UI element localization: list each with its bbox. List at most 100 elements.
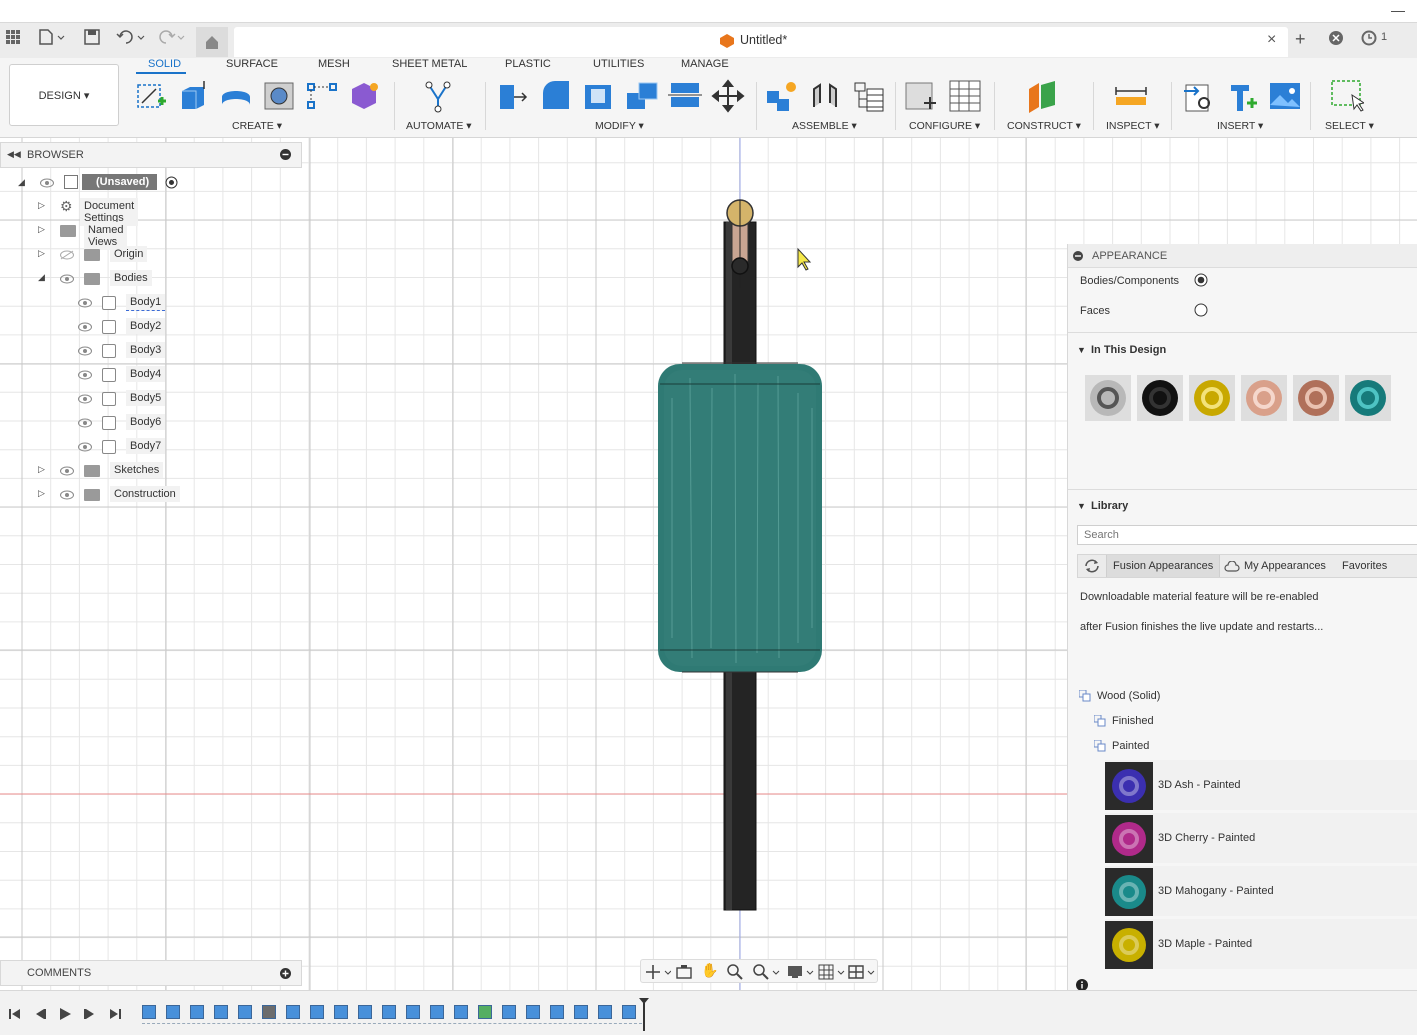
- extensions-icon[interactable]: [1328, 30, 1344, 49]
- display-settings-icon[interactable]: [787, 964, 815, 980]
- look-at-icon[interactable]: [676, 964, 692, 980]
- timeline-next-icon[interactable]: [83, 1007, 97, 1021]
- timeline-first-icon[interactable]: [8, 1007, 22, 1021]
- visibility-eye-icon[interactable]: [40, 178, 54, 188]
- tab-my-appearances[interactable]: My Appearances: [1244, 560, 1326, 572]
- move-copy-icon[interactable]: [711, 79, 745, 113]
- visibility-eye-icon[interactable]: [60, 466, 74, 476]
- visibility-eye-icon[interactable]: [78, 442, 92, 452]
- assembly-table-icon[interactable]: [851, 79, 885, 113]
- construct-plane-icon[interactable]: [1025, 79, 1059, 113]
- shell-icon[interactable]: [582, 79, 616, 113]
- timeline-feature-icon[interactable]: [502, 1005, 516, 1019]
- visibility-eye-icon[interactable]: [78, 298, 92, 308]
- group-inspect-label[interactable]: INSPECT ▾: [1106, 120, 1160, 132]
- timeline-feature-icon[interactable]: [406, 1005, 420, 1019]
- tree-painted[interactable]: Painted: [1112, 740, 1149, 752]
- expand-triangle-icon[interactable]: ▷: [38, 248, 45, 259]
- collapse-triangle-icon[interactable]: ◢: [38, 272, 45, 283]
- timeline-feature-icon[interactable]: [238, 1005, 252, 1019]
- timeline-feature-icon[interactable]: [310, 1005, 324, 1019]
- collapse-triangle-icon[interactable]: ◢: [18, 177, 25, 188]
- redo-icon[interactable]: [156, 29, 186, 48]
- pan-hand-icon[interactable]: ✋: [701, 962, 718, 979]
- library-item[interactable]: 3D Cherry - Painted: [1105, 813, 1417, 863]
- group-modify-label[interactable]: MODIFY ▾: [595, 120, 644, 132]
- visibility-eye-icon[interactable]: [60, 274, 74, 284]
- tree-wood-solid[interactable]: Wood (Solid): [1097, 690, 1160, 702]
- timeline-feature-icon[interactable]: [598, 1005, 612, 1019]
- timeline-feature-icon[interactable]: [550, 1005, 564, 1019]
- tab-favorites[interactable]: Favorites: [1342, 560, 1387, 572]
- insert-canvas-icon[interactable]: [1268, 79, 1302, 113]
- timeline-feature-icon[interactable]: [478, 1005, 492, 1019]
- select-icon[interactable]: [1330, 79, 1364, 113]
- browser-header[interactable]: ◀◀ BROWSER: [0, 142, 302, 168]
- tab-fusion-appearances[interactable]: Fusion Appearances: [1106, 555, 1221, 577]
- library-item[interactable]: 3D Ash - Painted: [1105, 760, 1417, 810]
- timeline-feature-icon[interactable]: [166, 1005, 180, 1019]
- zoom-window-icon[interactable]: [753, 964, 781, 980]
- home-icon[interactable]: [196, 27, 228, 57]
- appearance-swatch[interactable]: [1085, 375, 1131, 421]
- form-icon[interactable]: [348, 79, 382, 113]
- new-component-icon[interactable]: [765, 79, 799, 113]
- timeline-feature-icon[interactable]: [190, 1005, 204, 1019]
- press-pull-icon[interactable]: [496, 79, 530, 113]
- save-icon[interactable]: [84, 29, 100, 48]
- joint-icon[interactable]: [808, 79, 842, 113]
- new-tab-icon[interactable]: +: [1295, 29, 1306, 50]
- timeline-feature-icon[interactable]: [358, 1005, 372, 1019]
- visibility-eye-icon[interactable]: [78, 370, 92, 380]
- timeline-feature-icon[interactable]: [430, 1005, 444, 1019]
- timeline-feature-icon[interactable]: [142, 1005, 156, 1019]
- fillet-icon[interactable]: [539, 79, 573, 113]
- appearance-swatch[interactable]: [1293, 375, 1339, 421]
- tab-solid[interactable]: SOLID: [148, 58, 181, 70]
- automate-icon[interactable]: [421, 79, 455, 113]
- timeline-feature-icon[interactable]: [334, 1005, 348, 1019]
- group-insert-label[interactable]: INSERT ▾: [1217, 120, 1263, 132]
- visibility-eye-icon[interactable]: [78, 418, 92, 428]
- library-search-input[interactable]: [1077, 525, 1417, 545]
- apply-to-bodies-radio[interactable]: [1194, 273, 1208, 287]
- zoom-icon[interactable]: [727, 964, 743, 980]
- group-create-label[interactable]: CREATE ▾: [232, 120, 282, 132]
- insert-derive-icon[interactable]: [1182, 79, 1216, 113]
- timeline-prev-icon[interactable]: [33, 1007, 47, 1021]
- expand-triangle-icon[interactable]: ▷: [38, 224, 45, 235]
- configure-icon[interactable]: [904, 79, 938, 113]
- tab-mesh[interactable]: MESH: [318, 58, 350, 70]
- tab-utilities[interactable]: UTILITIES: [593, 58, 644, 70]
- apply-to-faces-radio[interactable]: [1194, 303, 1208, 317]
- apps-grid-icon[interactable]: [6, 30, 20, 47]
- visibility-eye-icon[interactable]: [78, 322, 92, 332]
- timeline-feature-icon[interactable]: [526, 1005, 540, 1019]
- timeline-feature-icon[interactable]: [286, 1005, 300, 1019]
- hidden-eye-icon[interactable]: [60, 250, 74, 260]
- appearance-swatch[interactable]: [1189, 375, 1235, 421]
- expand-triangle-icon[interactable]: ▷: [38, 200, 45, 211]
- timeline-marker-icon[interactable]: [638, 997, 650, 1033]
- add-comment-icon[interactable]: [280, 968, 291, 979]
- workspace-switcher[interactable]: DESIGN ▾: [9, 64, 119, 126]
- tab-sheet-metal[interactable]: SHEET METAL: [392, 58, 467, 70]
- pattern-icon[interactable]: [305, 79, 339, 113]
- orbit-icon[interactable]: [645, 964, 671, 980]
- appearance-swatch[interactable]: [1345, 375, 1391, 421]
- job-status-icon[interactable]: [1361, 30, 1377, 49]
- visibility-eye-icon[interactable]: [60, 490, 74, 500]
- group-assemble-label[interactable]: ASSEMBLE ▾: [792, 120, 857, 132]
- appearance-header[interactable]: APPEARANCE: [1068, 244, 1417, 268]
- collapse-triangle-icon[interactable]: ▼: [1077, 501, 1086, 511]
- timeline-feature-icon[interactable]: [574, 1005, 588, 1019]
- tab-plastic[interactable]: PLASTIC: [505, 58, 551, 70]
- split-body-icon[interactable]: [668, 79, 702, 113]
- timeline-feature-icon[interactable]: [214, 1005, 228, 1019]
- browser-minimize-icon[interactable]: [280, 149, 291, 163]
- combine-icon[interactable]: [625, 79, 659, 113]
- group-construct-label[interactable]: CONSTRUCT ▾: [1007, 120, 1081, 132]
- timeline-feature-icon[interactable]: [382, 1005, 396, 1019]
- close-tab-icon[interactable]: ×: [1267, 31, 1276, 49]
- file-menu-icon[interactable]: [38, 29, 66, 48]
